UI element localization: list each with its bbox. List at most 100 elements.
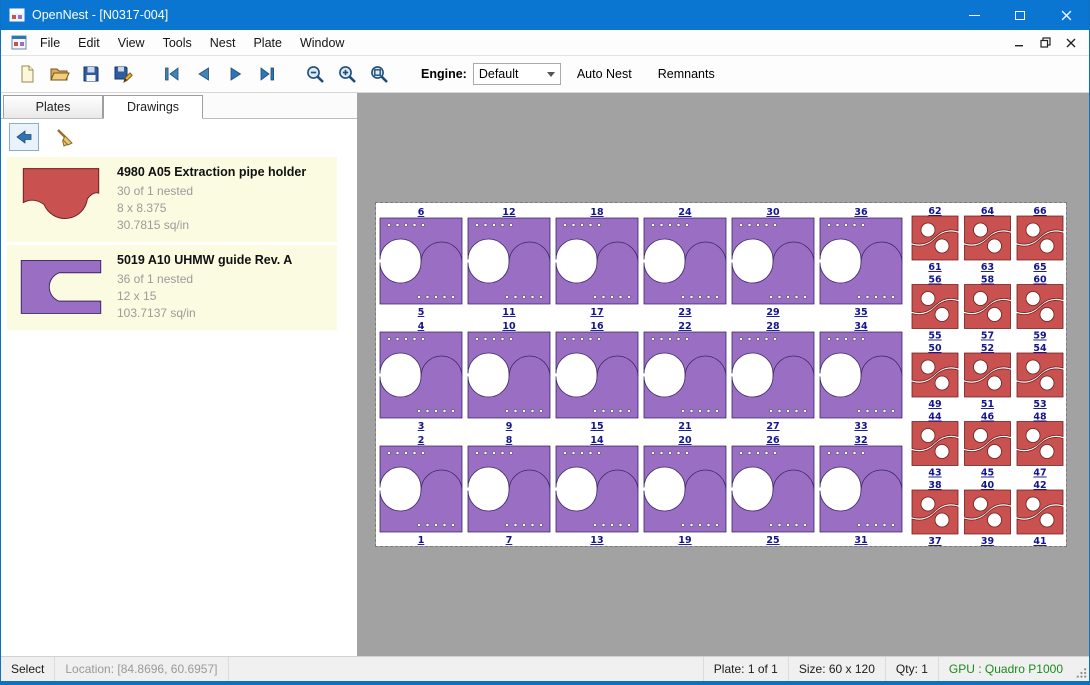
part-number-label[interactable]: 47 bbox=[1033, 468, 1046, 479]
part-number-label[interactable]: 19 bbox=[678, 535, 691, 546]
part-number-label[interactable]: 32 bbox=[854, 435, 867, 446]
part-number-label[interactable]: 21 bbox=[678, 421, 691, 432]
part-number-label[interactable]: 66 bbox=[1033, 206, 1047, 217]
part-number-label[interactable]: 35 bbox=[854, 307, 867, 318]
part-number-label[interactable]: 18 bbox=[590, 207, 604, 218]
part-number-label[interactable]: 54 bbox=[1033, 343, 1047, 354]
mdi-restore-button[interactable] bbox=[1033, 33, 1057, 53]
part-number-label[interactable]: 64 bbox=[981, 206, 995, 217]
mdi-close-button[interactable] bbox=[1059, 33, 1083, 53]
part-number-label[interactable]: 3 bbox=[418, 421, 425, 432]
part-number-label[interactable]: 6 bbox=[418, 207, 425, 218]
part-number-label[interactable]: 24 bbox=[678, 207, 692, 218]
part-number-label[interactable]: 7 bbox=[506, 535, 513, 546]
part-number-label[interactable]: 43 bbox=[928, 468, 941, 479]
menu-file[interactable]: File bbox=[31, 32, 69, 54]
part-number-label[interactable]: 14 bbox=[590, 435, 604, 446]
part-number-label[interactable]: 44 bbox=[928, 412, 942, 423]
part-number-label[interactable]: 11 bbox=[502, 307, 515, 318]
mdi-minimize-button[interactable] bbox=[1007, 33, 1031, 53]
remnants-button[interactable]: Remnants bbox=[648, 62, 725, 86]
part-number-label[interactable]: 13 bbox=[590, 535, 603, 546]
part-number-label[interactable]: 26 bbox=[766, 435, 780, 446]
nest-canvas[interactable]: 6512111817242330293635431091615222128273… bbox=[357, 93, 1089, 656]
part-number-label[interactable]: 48 bbox=[1033, 412, 1047, 423]
zoom-fit-button[interactable] bbox=[363, 59, 395, 89]
part-number-label[interactable]: 40 bbox=[981, 480, 995, 491]
menu-tools[interactable]: Tools bbox=[154, 32, 201, 54]
part-number-label[interactable]: 62 bbox=[928, 206, 941, 217]
part-number-label[interactable]: 8 bbox=[506, 435, 513, 446]
nest-plate-svg[interactable]: 6512111817242330293635431091615222128273… bbox=[376, 203, 1066, 546]
part-number-label[interactable]: 39 bbox=[981, 536, 994, 546]
part-number-label[interactable]: 23 bbox=[678, 307, 691, 318]
part-number-label[interactable]: 55 bbox=[928, 331, 941, 342]
part-number-label[interactable]: 5 bbox=[418, 307, 425, 318]
close-button[interactable] bbox=[1043, 0, 1089, 30]
engine-combobox[interactable]: Default bbox=[473, 63, 561, 85]
part-number-label[interactable]: 58 bbox=[981, 275, 995, 286]
save-button[interactable] bbox=[75, 59, 107, 89]
zoom-in-button[interactable] bbox=[331, 59, 363, 89]
part-number-label[interactable]: 52 bbox=[981, 343, 994, 354]
menu-nest[interactable]: Nest bbox=[201, 32, 245, 54]
part-number-label[interactable]: 2 bbox=[418, 435, 425, 446]
part-number-label[interactable]: 37 bbox=[928, 536, 941, 546]
clean-button[interactable] bbox=[49, 123, 79, 151]
part-number-label[interactable]: 28 bbox=[766, 321, 780, 332]
part-number-label[interactable]: 16 bbox=[590, 321, 604, 332]
part-number-label[interactable]: 34 bbox=[854, 321, 868, 332]
part-number-label[interactable]: 20 bbox=[678, 435, 692, 446]
go-last-button[interactable] bbox=[251, 59, 283, 89]
part-number-label[interactable]: 30 bbox=[766, 207, 780, 218]
drawing-item-2[interactable]: 5019 A10 UHMW guide Rev. A 36 of 1 neste… bbox=[7, 245, 337, 330]
minimize-button[interactable] bbox=[951, 0, 997, 30]
part-number-label[interactable]: 65 bbox=[1033, 262, 1046, 273]
part-number-label[interactable]: 60 bbox=[1033, 275, 1047, 286]
auto-nest-button[interactable]: Auto Nest bbox=[567, 62, 642, 86]
part-number-label[interactable]: 41 bbox=[1033, 536, 1046, 546]
part-number-label[interactable]: 36 bbox=[854, 207, 868, 218]
tab-plates[interactable]: Plates bbox=[3, 95, 103, 118]
part-number-label[interactable]: 56 bbox=[928, 275, 942, 286]
menu-edit[interactable]: Edit bbox=[69, 32, 109, 54]
open-button[interactable] bbox=[43, 59, 75, 89]
part-number-label[interactable]: 4 bbox=[418, 321, 425, 332]
part-number-label[interactable]: 33 bbox=[854, 421, 867, 432]
part-number-label[interactable]: 63 bbox=[981, 262, 994, 273]
plate-sheet[interactable]: 6512111817242330293635431091615222128273… bbox=[376, 203, 1066, 546]
part-number-label[interactable]: 9 bbox=[506, 421, 513, 432]
part-number-label[interactable]: 51 bbox=[981, 399, 994, 410]
go-first-button[interactable] bbox=[155, 59, 187, 89]
part-number-label[interactable]: 61 bbox=[928, 262, 941, 273]
part-number-label[interactable]: 38 bbox=[928, 480, 942, 491]
new-button[interactable] bbox=[11, 59, 43, 89]
menu-plate[interactable]: Plate bbox=[244, 32, 291, 54]
part-number-label[interactable]: 15 bbox=[590, 421, 603, 432]
part-number-label[interactable]: 31 bbox=[854, 535, 867, 546]
part-number-label[interactable]: 29 bbox=[766, 307, 779, 318]
part-number-label[interactable]: 50 bbox=[928, 343, 942, 354]
part-number-label[interactable]: 22 bbox=[678, 321, 691, 332]
part-number-label[interactable]: 12 bbox=[502, 207, 515, 218]
go-previous-button[interactable] bbox=[187, 59, 219, 89]
part-number-label[interactable]: 53 bbox=[1033, 399, 1046, 410]
go-next-button[interactable] bbox=[219, 59, 251, 89]
part-number-label[interactable]: 10 bbox=[502, 321, 516, 332]
save-as-button[interactable] bbox=[107, 59, 139, 89]
part-number-label[interactable]: 1 bbox=[418, 535, 425, 546]
part-number-label[interactable]: 57 bbox=[981, 331, 994, 342]
tab-drawings[interactable]: Drawings bbox=[103, 95, 203, 119]
maximize-button[interactable] bbox=[997, 0, 1043, 30]
part-number-label[interactable]: 42 bbox=[1033, 480, 1046, 491]
resize-grip[interactable] bbox=[1073, 657, 1089, 681]
part-number-label[interactable]: 25 bbox=[766, 535, 779, 546]
menu-view[interactable]: View bbox=[109, 32, 154, 54]
zoom-out-button[interactable] bbox=[299, 59, 331, 89]
menu-window[interactable]: Window bbox=[291, 32, 353, 54]
part-number-label[interactable]: 46 bbox=[981, 412, 995, 423]
part-number-label[interactable]: 59 bbox=[1033, 331, 1046, 342]
part-number-label[interactable]: 49 bbox=[928, 399, 941, 410]
part-number-label[interactable]: 17 bbox=[590, 307, 603, 318]
part-number-label[interactable]: 45 bbox=[981, 468, 994, 479]
